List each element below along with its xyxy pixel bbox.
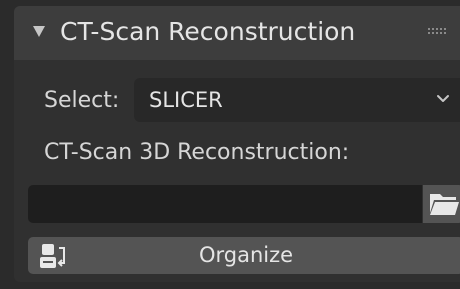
folder-icon bbox=[430, 194, 459, 215]
chevron-down-icon bbox=[437, 95, 449, 102]
ct-scan-reconstruction-panel: CT-Scan Reconstruction Select: SLICER CT… bbox=[14, 6, 460, 282]
organize-button[interactable]: Organize bbox=[28, 237, 460, 274]
organize-label: Organize bbox=[198, 243, 294, 267]
reconstruction-label: CT-Scan 3D Reconstruction: bbox=[44, 140, 350, 165]
drag-handle-icon[interactable] bbox=[428, 28, 448, 38]
select-value: SLICER bbox=[149, 88, 223, 112]
properties-area: CT-Scan Reconstruction Select: SLICER CT… bbox=[0, 0, 460, 289]
select-label: Select: bbox=[44, 88, 120, 113]
disclosure-triangle-down-icon[interactable] bbox=[33, 26, 45, 37]
browse-folder-button[interactable] bbox=[423, 185, 460, 223]
reconstruction-path-field[interactable] bbox=[28, 185, 422, 223]
panel-title: CT-Scan Reconstruction bbox=[60, 17, 356, 46]
select-dropdown[interactable]: SLICER bbox=[134, 78, 460, 122]
panel-header[interactable]: CT-Scan Reconstruction bbox=[14, 6, 460, 60]
